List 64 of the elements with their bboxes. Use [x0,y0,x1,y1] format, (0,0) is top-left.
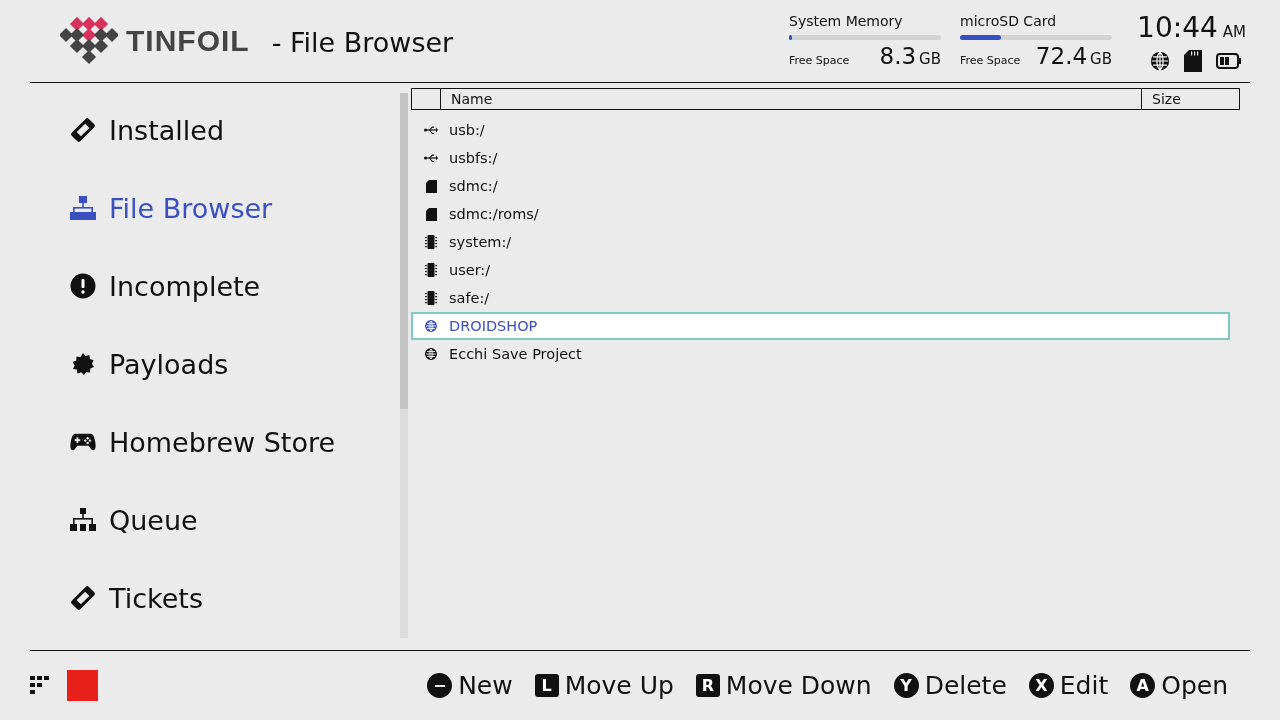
free-space-value: 72.4 [1035,43,1088,69]
hierarchy-icon [70,508,96,532]
usb-icon [424,125,438,135]
grid-icon[interactable] [30,676,51,695]
key-glyph-icon: L [534,674,559,697]
clock-time: 10:44 [1137,10,1218,44]
free-space-unit: GB [1090,50,1112,68]
sd-card-icon [1184,49,1202,72]
action-button[interactable]: R Move Down [695,671,872,700]
action-button[interactable]: A Open [1130,671,1228,700]
sidebar-item[interactable]: Payloads [68,325,400,403]
new-badge-icon [72,353,94,375]
column-header[interactable]: Size [1141,89,1239,109]
column-header[interactable]: Name [440,89,1141,109]
file-row[interactable]: safe:/ [411,284,1230,312]
globe-icon [425,348,437,360]
sidebar-item[interactable]: Incomplete [68,247,400,325]
action-button[interactable]: Y Delete [893,671,1007,700]
sidebar-item[interactable]: Queue [68,481,400,559]
free-space-label: Free Space [960,54,1021,67]
action-button[interactable]: X Edit [1028,671,1109,700]
file-row[interactable]: Ecchi Save Project [411,340,1230,368]
file-row[interactable]: sdmc:/roms/ [411,200,1230,228]
file-row[interactable]: usbfs:/ [411,144,1230,172]
gamepad-icon [70,431,96,453]
sd-card-icon [425,179,437,193]
avatar-placeholder[interactable] [67,670,98,701]
storage-name: System Memory [789,13,904,31]
network-icon [70,195,96,221]
globe-icon [1150,50,1170,71]
alert-icon [70,273,96,299]
sidebar-item[interactable]: Homebrew Store [68,403,400,481]
action-button[interactable]: − New [427,671,513,700]
battery-icon [1216,52,1242,69]
chip-icon [425,235,437,249]
free-space-value: 8.3 [879,43,917,69]
scrollbar-thumb[interactable] [400,93,408,410]
key-glyph-icon: A [1130,673,1156,698]
file-row[interactable]: system:/ [411,228,1230,256]
key-glyph-icon: X [1028,673,1054,698]
free-space-unit: GB [919,50,941,68]
sidebar-item[interactable]: File Browser [68,169,400,247]
key-glyph-icon: Y [893,673,919,698]
chip-icon [425,263,437,277]
chip-icon [425,291,437,305]
tinfoil-logo-icon [60,17,118,65]
usb-icon [424,153,438,163]
file-row[interactable]: usb:/ [411,116,1230,144]
page-title: - File Browser [271,26,454,58]
tinfoil-logo-text: TINFOIL [126,24,250,58]
action-button[interactable]: L Move Up [534,671,674,700]
key-glyph-icon: R [695,674,720,697]
sidebar-item[interactable]: Installed [68,91,400,169]
key-glyph-icon: − [427,673,453,698]
file-row[interactable]: DROIDSHOP [411,312,1230,340]
file-row[interactable]: sdmc:/ [411,172,1230,200]
storage-name: microSD Card [960,13,1058,31]
sidebar-item[interactable]: Tickets [68,559,400,637]
globe-icon [425,320,437,332]
clock-ampm: AM [1222,22,1246,41]
scrollbar[interactable] [400,93,408,638]
file-row[interactable]: user:/ [411,256,1230,284]
sd-card-icon [425,207,437,221]
free-space-label: Free Space [789,54,850,67]
